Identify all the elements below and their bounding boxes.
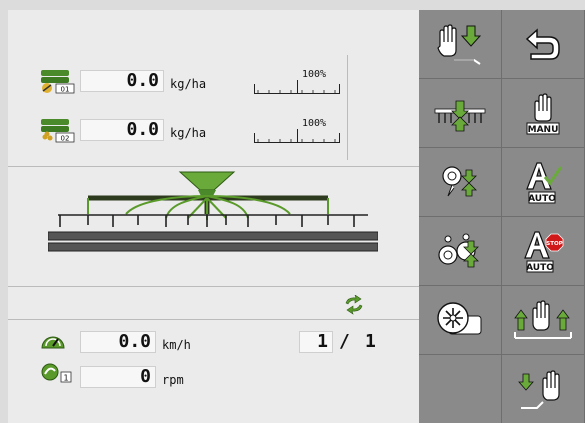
marker-adjust-icon [434, 100, 486, 132]
auto-label-2: AUTO [526, 263, 554, 273]
auto-check-icon: AUTO [526, 162, 563, 204]
rpm-unit: rpm [162, 373, 184, 387]
speed-unit: km/h [162, 338, 191, 352]
hand-lower-button[interactable] [419, 10, 502, 79]
divider-middle [8, 286, 419, 287]
tramline-icon [442, 166, 477, 197]
rpm-sensor-icon: 1 [40, 362, 74, 388]
fan-button[interactable] [419, 286, 502, 355]
hand-lower-icon [437, 24, 482, 65]
manual-mode-button[interactable]: MANU [502, 79, 585, 148]
auto-stop-icon: STOP AUTO [524, 231, 564, 273]
rpm-badge: 1 [63, 374, 68, 383]
back-button[interactable] [502, 10, 585, 79]
section-separator: / [339, 331, 350, 352]
hand-raise-icon [514, 300, 572, 339]
speedometer-icon [40, 330, 66, 356]
rate-2-unit: kg/ha [170, 126, 207, 140]
section-current: 1 [299, 331, 333, 353]
seeder-diagram [47, 170, 379, 259]
manual-hand-icon: MANU [526, 93, 560, 135]
rate-2-percent: 100% [302, 118, 327, 129]
softkey-panel: MANU AUTO STOP AUTO [419, 10, 585, 423]
lower-hand-icon [518, 369, 560, 409]
seed-meter-icon [438, 233, 479, 268]
seed-tank-1-icon: 01 [38, 68, 78, 98]
vertical-divider [347, 55, 348, 160]
rpm-value: 0 [80, 366, 156, 388]
divider-top [8, 166, 419, 167]
section-switch-icon[interactable] [342, 294, 366, 319]
speed-value: 0.0 [80, 331, 156, 353]
rate-2-value: 0.0 [80, 119, 164, 141]
lower-hand-button[interactable] [502, 355, 585, 423]
auto-confirm-button[interactable]: AUTO [502, 148, 585, 217]
manu-label: MANU [528, 125, 559, 135]
seed-tank-2-icon: 02 [38, 117, 78, 147]
tank-badge-2: 02 [61, 135, 70, 143]
rate-1-unit: kg/ha [170, 77, 207, 91]
tramline-adjust-button[interactable] [419, 148, 502, 217]
tank-badge-1: 01 [61, 86, 70, 94]
auto-label: AUTO [528, 194, 556, 204]
hand-raise-both-button[interactable] [502, 286, 585, 355]
fan-icon [437, 302, 482, 335]
rate-1-bar [254, 80, 340, 94]
rate-1-value: 0.0 [80, 70, 164, 92]
divider-bottom [8, 319, 419, 320]
seed-calibration-button[interactable] [419, 217, 502, 286]
auto-stop-button[interactable]: STOP AUTO [502, 217, 585, 286]
empty-softkey [419, 355, 502, 423]
marker-adjust-button[interactable] [419, 79, 502, 148]
rate-2-bar [254, 129, 340, 143]
section-total: 1 [365, 331, 376, 352]
rate-1-percent: 100% [302, 69, 327, 80]
main-display: 01 0.0 kg/ha 100% 02 0.0 kg/ha 100% 0.0 … [8, 10, 419, 423]
stop-label: STOP [546, 241, 562, 247]
back-arrow-icon [525, 28, 560, 60]
